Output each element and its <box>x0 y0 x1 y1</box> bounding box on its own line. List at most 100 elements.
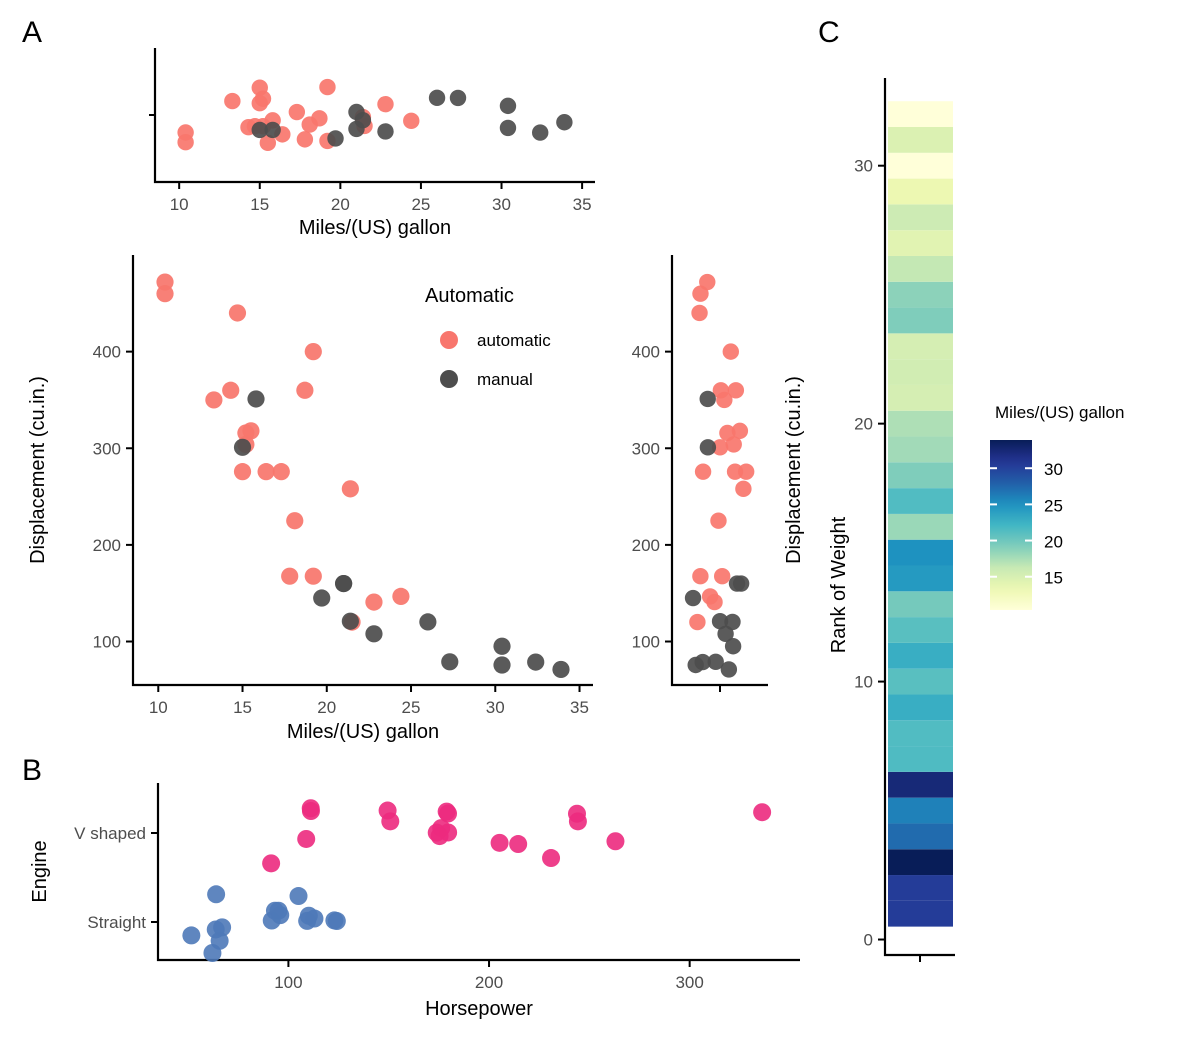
heatmap-cell <box>888 875 953 901</box>
data-point <box>354 112 372 129</box>
data-point <box>691 304 708 322</box>
main-series-automatic <box>156 273 410 631</box>
data-point <box>527 653 545 671</box>
data-point <box>725 436 742 453</box>
colorbar-tick-label: 30 <box>1044 460 1063 479</box>
data-point <box>428 89 446 107</box>
data-point <box>296 131 314 148</box>
data-point <box>556 114 573 131</box>
main-y-tick-label: 400 <box>93 343 121 362</box>
data-point <box>509 835 528 854</box>
panel-a: A 10 15 20 25 30 35 Miles/(US) gallon 100 200 300 4… <box>22 16 805 743</box>
data-point <box>490 833 509 852</box>
legend-key-automatic[interactable] <box>440 331 458 349</box>
top-marginal-x-axis-title: Miles/(US) gallon <box>299 217 451 239</box>
data-point <box>713 568 731 585</box>
heatmap-cell <box>888 720 953 747</box>
data-point <box>439 804 458 823</box>
data-point <box>699 439 717 456</box>
data-point <box>684 589 702 607</box>
data-point <box>493 656 511 674</box>
heatmap-cell <box>888 127 953 153</box>
heatmap-cell <box>888 849 953 876</box>
data-point <box>305 909 324 928</box>
data-point <box>301 799 320 818</box>
data-point <box>247 390 265 408</box>
heatmap-cell <box>888 333 953 360</box>
heatmap-cell <box>888 746 953 772</box>
data-point <box>325 911 344 930</box>
heatmap-cell <box>888 668 953 695</box>
data-point <box>735 480 752 498</box>
panel-a-top-marginal: 10 15 20 25 30 35 Miles/(US) gallon <box>149 48 595 239</box>
data-point <box>177 134 194 151</box>
right-marginal-y-tick-label: 300 <box>632 439 660 458</box>
data-point <box>606 832 625 851</box>
heatmap-cell <box>888 617 953 643</box>
main-x-tick-label: 15 <box>233 698 252 717</box>
data-point <box>532 124 549 141</box>
panel-c-letter: C <box>818 16 840 49</box>
data-point <box>262 854 281 873</box>
right-marginal-y-tick-label: 100 <box>632 633 660 652</box>
data-point <box>381 812 400 831</box>
data-point <box>207 885 226 904</box>
panel-b-category-label-Straight: Straight <box>87 913 146 932</box>
panel-b-y-axis-title: Engine <box>29 840 51 902</box>
main-x-tick-label: 20 <box>317 698 336 717</box>
data-point <box>297 829 316 848</box>
data-point <box>694 463 712 480</box>
data-point <box>699 390 716 408</box>
data-point <box>392 587 410 605</box>
main-y-tick-label: 300 <box>93 439 121 458</box>
data-point <box>449 89 467 107</box>
heatmap-cell <box>888 539 953 566</box>
panel-b-x-tick-label: 100 <box>274 973 302 992</box>
main-series-manual <box>233 390 570 679</box>
data-point <box>264 121 281 139</box>
panel-b-category-label-V-shaped: V shaped <box>74 824 146 843</box>
data-point <box>720 661 738 678</box>
panel-a-letter: A <box>22 16 42 49</box>
panel-b-x-tick-label: 200 <box>475 973 503 992</box>
legend-key-manual[interactable] <box>440 370 458 388</box>
panel-c-colorbar: Miles/(US) gallon 15 20 25 30 <box>990 403 1124 610</box>
data-point <box>753 803 772 822</box>
heatmap-cell <box>888 823 953 850</box>
data-point <box>724 638 742 655</box>
figure-canvas: A10 15 20 25 30 35Miles/(US) gallon1002003004… <box>22 16 1124 1020</box>
right-marginal-y-tick-label: 200 <box>632 536 660 555</box>
panel-b-letter: B <box>22 754 42 787</box>
data-point <box>689 613 706 631</box>
main-axis <box>131 255 593 687</box>
panel-a-right-marginal: 100 200 300 400 Displacement (cu.in.) <box>632 255 805 692</box>
panel-b-axis <box>156 783 800 962</box>
panel-c-y-tick-label: 0 <box>864 931 873 950</box>
panel-b-series-V-shaped <box>262 799 772 873</box>
panel-b-x-axis-title: Horsepower <box>425 998 533 1020</box>
heatmap-cell <box>888 797 953 824</box>
heatmap-cell <box>888 771 953 798</box>
main-y-tick-label: 200 <box>93 536 121 555</box>
panel-c-y-tick-label: 10 <box>854 673 873 692</box>
heatmap-cell <box>888 384 953 411</box>
data-point <box>365 593 383 611</box>
legend-label-manual: manual <box>477 370 533 389</box>
data-point <box>499 97 517 115</box>
data-point <box>493 637 511 655</box>
heatmap-cell <box>888 591 953 618</box>
data-point <box>304 567 322 585</box>
data-point <box>272 463 290 481</box>
heatmap-cell <box>888 307 953 334</box>
data-point <box>311 110 328 127</box>
main-y-tick-label: 100 <box>93 633 121 652</box>
data-point <box>257 463 275 481</box>
panel-a-main-plot: 100 200 300 400 10 15 20 25 30 35 Miles/(US) gallo… <box>27 255 593 743</box>
heatmap-cell <box>888 488 953 514</box>
heatmap-cell <box>888 565 953 592</box>
data-point <box>288 103 306 121</box>
data-point <box>377 123 394 140</box>
data-point <box>213 918 232 937</box>
data-point <box>313 589 331 607</box>
data-point <box>233 463 252 481</box>
